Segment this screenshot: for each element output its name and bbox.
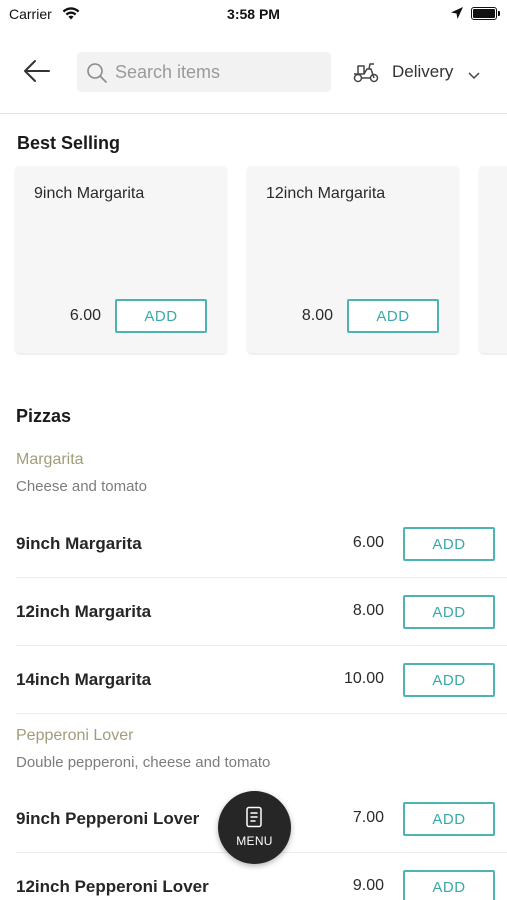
add-button[interactable]: ADD	[403, 870, 495, 900]
pizzas-section-title: Pizzas	[16, 406, 72, 426]
back-button[interactable]	[22, 58, 52, 84]
add-button[interactable]: ADD	[403, 527, 495, 561]
delivery-selector[interactable]: Delivery	[352, 56, 492, 88]
best-selling-title: Best Selling	[17, 133, 121, 153]
item-name: 9inch Margarita	[16, 534, 142, 553]
battery-icon	[471, 7, 500, 20]
item-name: 9inch Pepperoni Lover	[16, 809, 200, 828]
search-icon	[86, 62, 108, 89]
menu-item-row[interactable]: 14inch Margarita 10.00 ADD	[16, 646, 507, 714]
item-price: 9.00	[352, 877, 384, 894]
card-item-price: 6.00	[69, 307, 101, 324]
status-time: 3:58 PM	[227, 6, 280, 22]
item-price: 7.00	[352, 809, 384, 826]
scooter-icon	[352, 61, 380, 88]
chevron-down-icon	[468, 67, 480, 85]
search-input[interactable]	[115, 52, 321, 92]
back-arrow-icon	[24, 60, 50, 82]
item-price: 8.00	[352, 602, 384, 619]
search-box[interactable]	[77, 52, 331, 92]
menu-button-label: MENU	[236, 834, 273, 848]
add-button[interactable]: ADD	[115, 299, 207, 333]
add-button[interactable]: ADD	[347, 299, 439, 333]
menu-icon	[245, 806, 263, 833]
add-button[interactable]: ADD	[403, 663, 495, 697]
header-bar: Delivery	[0, 28, 507, 114]
card-item-name: 12inch Margarita	[266, 185, 386, 202]
best-selling-carousel[interactable]: 9inch Margarita 6.00 ADD 12inch Margarit…	[0, 166, 507, 356]
group-name-margarita: Margarita	[16, 451, 84, 468]
item-name: 14inch Margarita	[16, 670, 152, 689]
best-selling-card-partial[interactable]	[480, 166, 507, 353]
best-selling-card[interactable]: 9inch Margarita 6.00 ADD	[16, 166, 226, 353]
item-price: 6.00	[352, 534, 384, 551]
delivery-label: Delivery	[392, 62, 454, 81]
add-button[interactable]: ADD	[403, 802, 495, 836]
group-description: Cheese and tomato	[16, 478, 147, 495]
item-name: 12inch Margarita	[16, 602, 152, 621]
menu-item-row[interactable]: 9inch Margarita 6.00 ADD	[16, 510, 507, 578]
status-bar: Carrier 3:58 PM	[0, 0, 507, 28]
menu-item-row[interactable]: 12inch Margarita 8.00 ADD	[16, 578, 507, 646]
best-selling-card[interactable]: 12inch Margarita 8.00 ADD	[248, 166, 458, 353]
location-arrow-icon	[450, 6, 464, 25]
item-price: 10.00	[343, 670, 384, 687]
card-item-price: 8.00	[301, 307, 333, 324]
menu-button[interactable]: MENU	[218, 791, 291, 864]
card-item-name: 9inch Margarita	[34, 185, 145, 202]
item-name: 12inch Pepperoni Lover	[16, 877, 209, 896]
group-description: Double pepperoni, cheese and tomato	[16, 754, 271, 771]
group-name-pepperoni-lover: Pepperoni Lover	[16, 727, 134, 744]
add-button[interactable]: ADD	[403, 595, 495, 629]
